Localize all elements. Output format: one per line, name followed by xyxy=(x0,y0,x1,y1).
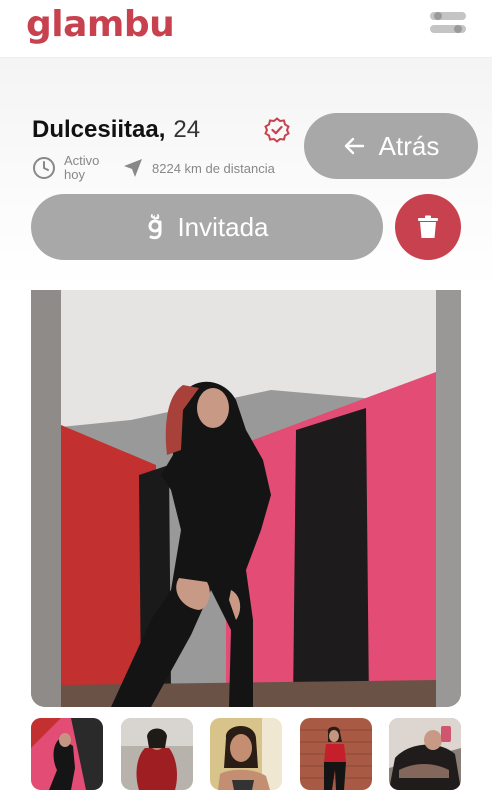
back-button[interactable]: Atrás xyxy=(304,113,478,179)
location-arrow-icon xyxy=(124,159,142,177)
profile-name: Dulcesiitaa, xyxy=(32,116,166,143)
thumbnail-image xyxy=(120,718,193,790)
thumbnail-image xyxy=(210,718,282,790)
thumbnail-image xyxy=(299,718,372,790)
thumbnail-image xyxy=(31,718,103,790)
photo-thumbnails xyxy=(31,718,461,790)
invite-button-label: Invitada xyxy=(177,211,269,242)
distance-text: 8224 km de distancia xyxy=(152,160,275,176)
thumbnail-image xyxy=(389,718,461,790)
activity-status: Activo hoy xyxy=(64,153,100,182)
profile-photo[interactable] xyxy=(31,290,461,707)
trash-icon xyxy=(418,215,438,238)
sliders-icon xyxy=(430,12,466,33)
thumbnail-photo[interactable] xyxy=(31,718,103,790)
clock-icon xyxy=(33,157,55,179)
top-bar: glambu xyxy=(0,0,492,58)
invite-button[interactable]: Invitada xyxy=(31,194,383,260)
profile-name-row: Dulcesiitaa, 24 xyxy=(32,116,200,144)
profile-status-row: Activo hoy 8224 km de distancia xyxy=(32,154,275,182)
verified-badge-icon xyxy=(264,117,290,143)
filter-menu-button[interactable] xyxy=(428,6,468,38)
thumbnail-photo[interactable] xyxy=(389,718,461,790)
delete-button[interactable] xyxy=(395,194,461,260)
back-button-label: Atrás xyxy=(378,130,440,161)
thumbnail-photo[interactable] xyxy=(299,718,372,790)
app-logo[interactable]: glambu xyxy=(26,4,175,45)
thumbnail-photo[interactable] xyxy=(120,718,193,790)
arrow-left-icon xyxy=(344,137,364,155)
glambu-g-icon xyxy=(148,214,162,240)
thumbnail-photo[interactable] xyxy=(210,718,282,790)
profile-age: 24 xyxy=(173,116,201,143)
profile-photo-image xyxy=(31,290,461,707)
